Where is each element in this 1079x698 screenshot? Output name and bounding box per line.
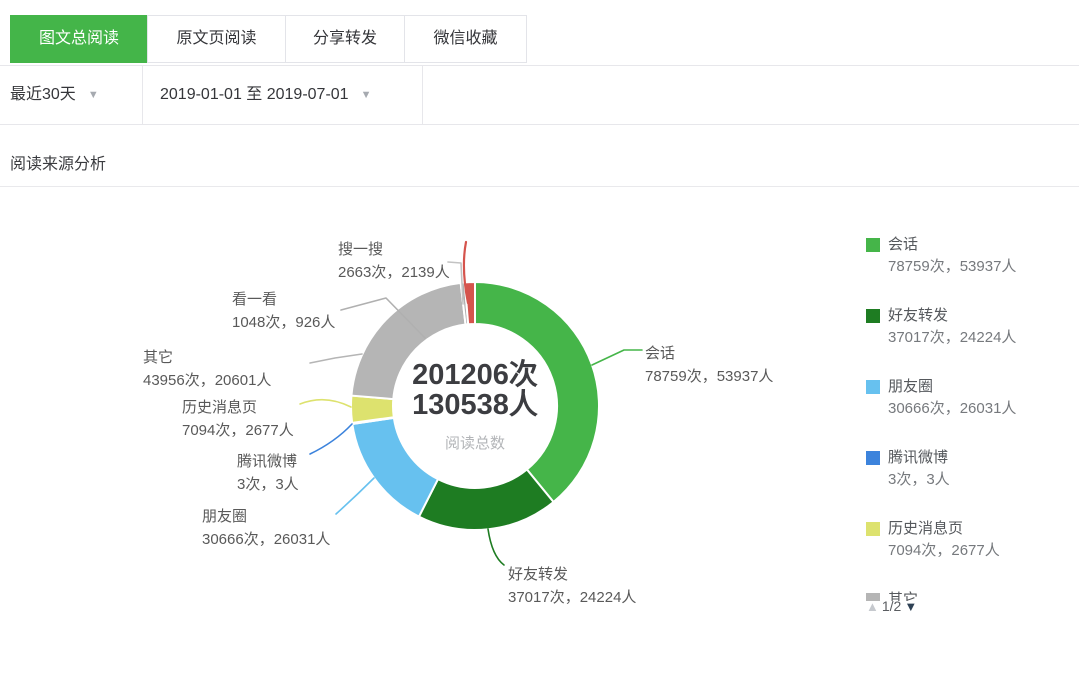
legend-item-value: 3次，3人 [888, 469, 1071, 491]
legend-item-name: 朋友圈 [888, 376, 1071, 398]
legend-page-up-icon[interactable]: ▲ [866, 599, 879, 614]
legend-page-indicator: 1/2 [882, 598, 901, 614]
pie-label-腾讯微博: 腾讯微博3次，3人 [237, 450, 299, 496]
legend-item-会话[interactable]: 会话78759次，53937人 [866, 234, 1071, 278]
pie-label-line-历史消息页 [300, 400, 351, 407]
pie-label-line-好友转发 [488, 529, 504, 565]
date-range-dropdown[interactable]: 2019-01-01 至 2019-07-01 ▼ [160, 66, 371, 124]
legend-item-value: 78759次，53937人 [888, 256, 1071, 278]
filter-divider [142, 66, 143, 124]
pie-label-历史消息页: 历史消息页7094次，2677人 [182, 396, 294, 442]
legend-item-value: 37017次，24224人 [888, 327, 1071, 349]
date-range-label: 2019-01-01 至 2019-07-01 [160, 86, 349, 103]
total-reads: 201206次 [365, 360, 585, 390]
filter-bar: 最近30天 ▼ 2019-01-01 至 2019-07-01 ▼ [0, 65, 1079, 125]
section-title: 阅读来源分析 [10, 150, 106, 174]
pie-label-line-其它 [310, 354, 362, 363]
legend-item-name: 腾讯微博 [888, 447, 1071, 469]
date-preset-dropdown[interactable]: 最近30天 ▼ [10, 66, 99, 124]
tab-share-forward[interactable]: 分享转发 [285, 15, 405, 63]
chevron-down-icon: ▼ [361, 89, 372, 101]
legend-item-value: 7094次，2677人 [888, 540, 1071, 562]
pie-label-朋友圈: 朋友圈30666次，26031人 [202, 505, 330, 551]
legend-swatch-icon [866, 309, 880, 323]
legend-swatch-icon [866, 522, 880, 536]
read-source-donut-chart: 会话78759次，53937人好友转发37017次，24224人朋友圈30666… [0, 186, 1079, 698]
legend-item-历史消息页[interactable]: 历史消息页7094次，2677人 [866, 518, 1071, 562]
pie-label-看一看: 看一看1048次，926人 [232, 288, 335, 334]
legend-page-down-icon[interactable]: ▼ [904, 599, 917, 614]
total-caption: 阅读总数 [365, 432, 585, 453]
tab-original-page-reads[interactable]: 原文页阅读 [147, 15, 286, 63]
tab-wechat-favorites[interactable]: 微信收藏 [404, 15, 527, 63]
pie-label-line-朋友圈 [336, 478, 374, 514]
pie-slice-好友转发[interactable] [419, 469, 554, 530]
legend-item-朋友圈[interactable]: 朋友圈30666次，26031人 [866, 376, 1071, 420]
tab-bar: 图文总阅读 原文页阅读 分享转发 微信收藏 [10, 15, 527, 63]
pie-label-line-会话 [592, 350, 642, 365]
legend-item-name: 会话 [888, 234, 1071, 256]
legend-item-value: 30666次，26031人 [888, 398, 1071, 420]
legend-item-name: 历史消息页 [888, 518, 1071, 540]
legend-swatch-icon [866, 380, 880, 394]
total-readers: 130538人 [365, 390, 585, 420]
pie-label-line-腾讯微博 [310, 424, 352, 454]
chevron-down-icon: ▼ [88, 89, 99, 101]
pie-label-搜一搜: 搜一搜2663次，2139人 [338, 238, 450, 284]
legend: 会话78759次，53937人好友转发37017次，24224人朋友圈30666… [866, 234, 1071, 601]
filter-divider [422, 66, 423, 124]
legend-item-好友转发[interactable]: 好友转发37017次，24224人 [866, 305, 1071, 349]
pie-label-其它: 其它43956次，20601人 [143, 346, 271, 392]
legend-swatch-icon [866, 451, 880, 465]
pie-label-会话: 会话78759次，53937人 [645, 342, 773, 388]
legend-item-name: 好友转发 [888, 305, 1071, 327]
legend-pagination: ▲ 1/2 ▼ [866, 598, 917, 614]
date-preset-label: 最近30天 [10, 86, 76, 103]
legend-item-腾讯微博[interactable]: 腾讯微博3次，3人 [866, 447, 1071, 491]
legend-swatch-icon [866, 238, 880, 252]
donut-center-text: 201206次 130538人 阅读总数 [365, 360, 585, 453]
pie-label-好友转发: 好友转发37017次，24224人 [508, 563, 636, 609]
tab-article-total-reads[interactable]: 图文总阅读 [10, 15, 148, 63]
